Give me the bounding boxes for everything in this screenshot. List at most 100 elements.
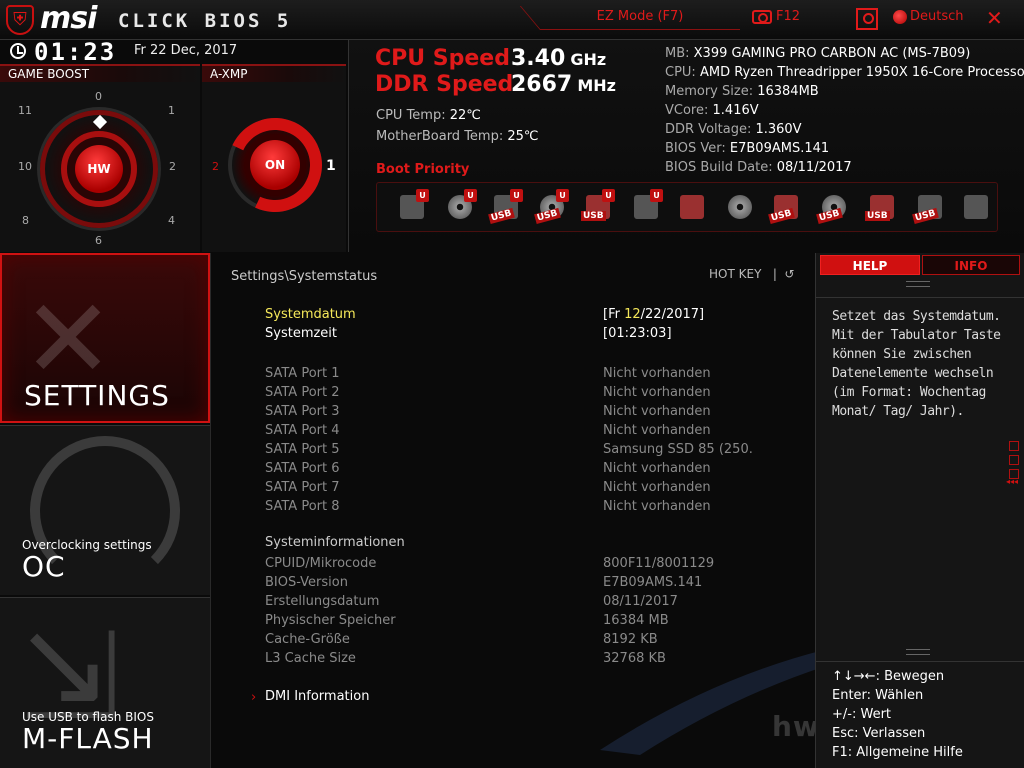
mb-info-row: BIOS Build Date: 08/11/2017	[665, 160, 852, 175]
top-bar: ⛨ msi CLICK BIOS 5 EZ Mode (F7) F12 Deut…	[0, 0, 1024, 40]
axmp-on-button[interactable]: ON	[250, 140, 300, 190]
help-panel: HELP INFO Setzet das Systemdatum. Mit de…	[815, 253, 1024, 768]
disc-icon	[728, 195, 752, 219]
mb-info-row: MB: X399 GAMING PRO CARBON AC (MS-7B09)	[665, 46, 971, 61]
boot-device-optical[interactable]: U	[445, 189, 477, 223]
cpu-temp: CPU Temp: 22℃	[376, 108, 481, 123]
axmp-profile-2[interactable]: 2	[212, 160, 219, 173]
camera-icon	[752, 9, 772, 24]
boot-device-usb-hdd-2[interactable]: USB	[768, 189, 801, 225]
tab-info[interactable]: INFO	[922, 255, 1020, 275]
product-title: CLICK BIOS 5	[118, 10, 292, 32]
game-boost-title: GAME BOOST	[0, 66, 200, 82]
sata-port-row: SATA Port 3 Nicht vorhanden	[265, 404, 711, 419]
boost-scale-0: 0	[95, 90, 102, 103]
boot-priority-label: Boot Priority	[376, 162, 470, 177]
ez-mode-button[interactable]: EZ Mode (F7)	[540, 6, 740, 30]
sidebar-settings-label: SETTINGS	[24, 379, 170, 412]
boot-device-usb-key-2[interactable]: USB	[865, 189, 897, 223]
clock-icon	[10, 43, 26, 59]
game-boost-panel: GAME BOOST 0 1 2 4 6 8 10 11 HW ?	[0, 64, 200, 314]
ddr-speed-label: DDR Speed	[375, 72, 514, 97]
system-info-panel: CPU Speed 3.40 GHz DDR Speed 2667 MHz CP…	[348, 40, 1024, 252]
sidebar-oc-label: OC	[22, 550, 66, 583]
screenshot-button[interactable]: F12	[752, 9, 800, 24]
sysinfo-section-title: Systeminformationen	[265, 535, 405, 550]
back-icon: ↺	[784, 267, 795, 281]
boot-priority-bar: U U U USB U USB U USB U USB USB USB USB	[376, 182, 998, 232]
boot-device-usb-cd-2[interactable]: USB	[816, 189, 849, 225]
mb-info-row: CPU: AMD Ryzen Threadripper 1950X 16-Cor…	[665, 65, 1024, 80]
boost-position-marker	[92, 114, 108, 130]
scroll-grip-top[interactable]	[906, 281, 930, 287]
game-boost-hw-button[interactable]: HW	[75, 145, 123, 193]
boost-scale-1: 1	[168, 104, 175, 117]
mb-info-row: Memory Size: 16384MB	[665, 84, 819, 99]
boost-scale-4: 4	[168, 214, 175, 227]
network-icon	[964, 195, 988, 219]
boot-device-usb-floppy-2[interactable]: USB	[912, 189, 945, 225]
msi-dragon-logo-icon: ⛨	[6, 5, 34, 35]
key-legend-row: F1: Allgemeine Hilfe	[832, 745, 963, 760]
boot-device-hdd-2[interactable]	[677, 189, 707, 223]
game-boost-dial[interactable]: HW	[40, 110, 158, 228]
key-legend-row: Enter: Wählen	[832, 688, 924, 703]
system-date-row[interactable]: Systemdatum [Fr 12/22/2017]	[265, 307, 785, 326]
mb-temp: MotherBoard Temp: 25℃	[376, 129, 539, 144]
mb-info-list: MB: X399 GAMING PRO CARBON AC (MS-7B09) …	[665, 46, 1024, 179]
language-button[interactable]: Deutsch	[893, 9, 964, 24]
divider	[816, 661, 1024, 662]
ddr-speed-value: 2667 MHz	[511, 72, 616, 97]
hotkey-button[interactable]: HOT KEY | ↺	[709, 267, 795, 281]
sidebar-mflash-label: M-FLASH	[22, 722, 154, 755]
boot-device-usb-floppy[interactable]: U	[631, 189, 663, 223]
boost-scale-10: 10	[18, 160, 32, 173]
screenshot-label: F12	[776, 9, 801, 24]
sysinfo-row: BIOS-Version E7B09AMS.141	[265, 575, 703, 590]
system-time-row[interactable]: Systemzeit [01:23:03]	[265, 326, 785, 345]
sysinfo-row: CPUID/Mikrocode 800F11/8001129	[265, 556, 715, 571]
key-legend: ↑↓→←: Bewegen Enter: Wählen +/-: Wert Es…	[832, 667, 963, 762]
boot-device-network[interactable]	[961, 189, 991, 223]
scroll-arrows-icon: ◂◂◂	[1006, 477, 1019, 486]
hdd-icon	[680, 195, 704, 219]
cpu-speed-label: CPU Speed	[375, 46, 510, 71]
clock-bar: 01:23 Fr 22 Dec, 2017	[0, 38, 348, 66]
mb-info-row: VCore: 1.416V	[665, 103, 759, 118]
sidebar-settings[interactable]: ✕ SETTINGS	[0, 253, 210, 423]
globe-icon	[893, 9, 907, 24]
key-legend-row: +/-: Wert	[832, 707, 892, 722]
boost-scale-8: 8	[22, 214, 29, 227]
boot-device-usb-cd[interactable]: U USB	[534, 189, 569, 225]
sata-port-row: SATA Port 5 Samsung SSD 85 (250.	[265, 442, 753, 457]
key-legend-row: ↑↓→←: Bewegen	[832, 669, 945, 684]
scroll-box[interactable]	[1009, 441, 1019, 451]
boost-scale-11: 11	[18, 104, 32, 117]
axmp-title: A-XMP	[202, 66, 346, 82]
clock-time: 01:23	[34, 38, 117, 66]
sata-port-row: SATA Port 6 Nicht vorhanden	[265, 461, 711, 476]
boot-device-hdd[interactable]: U	[397, 189, 429, 223]
sata-port-row: SATA Port 4 Nicht vorhanden	[265, 423, 711, 438]
close-icon[interactable]: ✕	[986, 6, 1003, 30]
sidebar-oc[interactable]: Overclocking settings OC	[0, 425, 210, 595]
axmp-dial[interactable]: ON	[214, 104, 336, 226]
mb-info-row: DDR Voltage: 1.360V	[665, 122, 802, 137]
breadcrumb: Settings\Systemstatus	[231, 269, 378, 284]
chevron-right-icon: ›	[251, 690, 257, 705]
help-text: Setzet das Systemdatum. Mit der Tabulato…	[832, 309, 1001, 419]
boot-device-usb-hdd[interactable]: U USB	[488, 189, 523, 225]
key-legend-row: Esc: Verlassen	[832, 726, 926, 741]
sata-port-row: SATA Port 1 Nicht vorhanden	[265, 366, 711, 381]
search-icon[interactable]	[856, 8, 878, 30]
scroll-grip-bottom[interactable]	[906, 649, 930, 655]
sidebar-mflash[interactable]: ⇲ Use USB to flash BIOS M-FLASH	[0, 597, 210, 768]
scroll-box[interactable]	[1009, 455, 1019, 465]
brand-logo: msi	[40, 1, 97, 36]
clock-date: Fr 22 Dec, 2017	[134, 43, 238, 58]
boot-device-optical-2[interactable]	[725, 189, 755, 223]
boot-device-usb-key[interactable]: U USB	[581, 189, 615, 223]
tab-help[interactable]: HELP	[820, 255, 920, 275]
axmp-profile-1[interactable]: 1	[326, 158, 336, 174]
axmp-panel: A-XMP 2 1 ON	[202, 64, 346, 252]
